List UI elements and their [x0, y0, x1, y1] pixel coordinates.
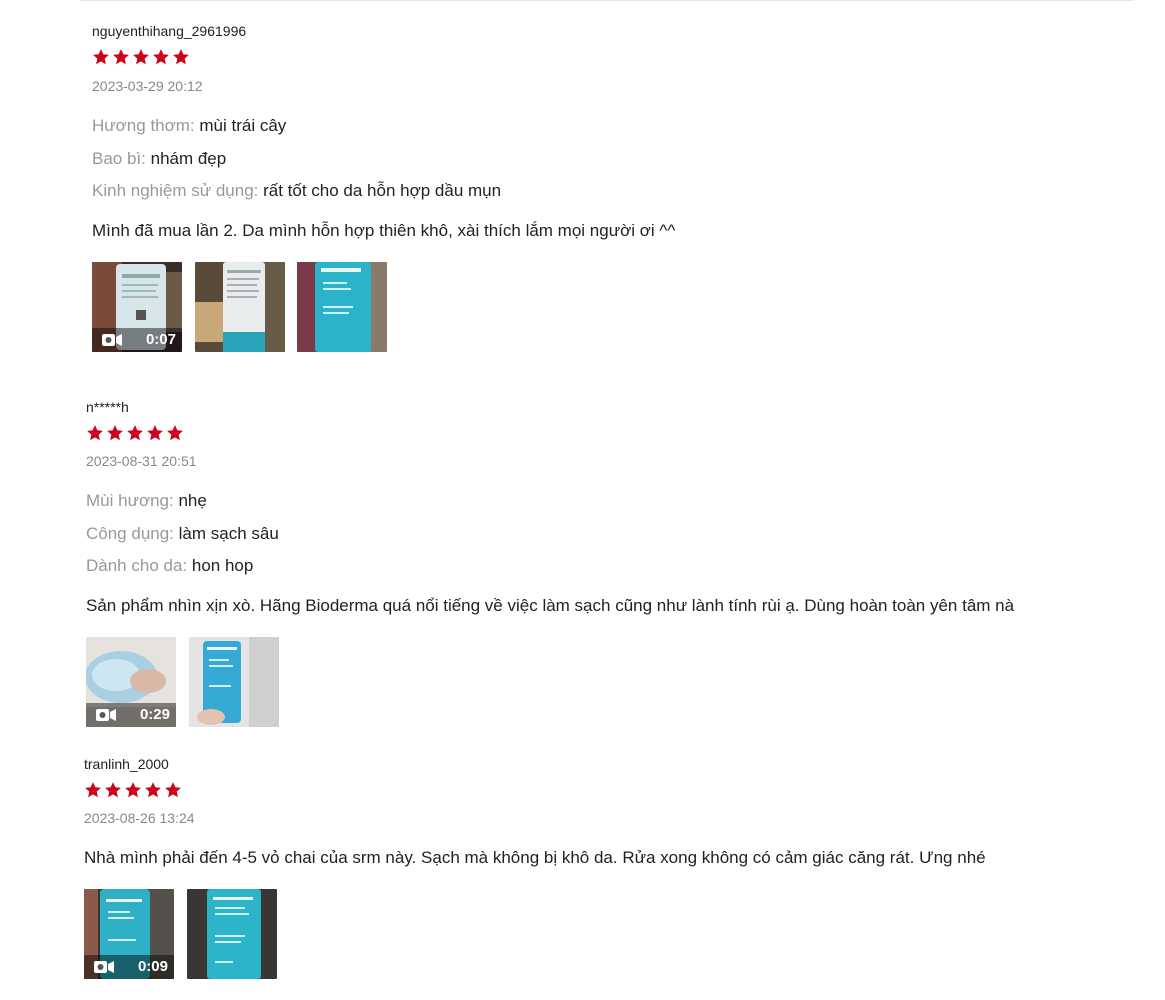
star-icon [145, 782, 161, 798]
attribute-label: Công dụng: [86, 524, 174, 543]
attribute-value: nhám đẹp [150, 149, 227, 168]
review-image-thumbnail[interactable] [195, 262, 285, 352]
product-photo [297, 262, 387, 352]
star-rating [84, 781, 182, 799]
attribute-value: làm sạch sâu [178, 524, 279, 543]
product-photo [189, 637, 279, 727]
attribute-label: Dành cho da: [86, 556, 188, 575]
attribute-label: Mùi hương: [86, 491, 174, 510]
star-icon [127, 425, 143, 441]
star-icon [167, 425, 183, 441]
star-icon [85, 782, 101, 798]
video-duration: 0:07 [145, 331, 176, 348]
review-date: 2023-08-31 20:51 [86, 453, 197, 469]
attribute-label: Bao bì: [92, 149, 146, 168]
review-image-thumbnail[interactable] [189, 637, 279, 727]
review-date: 2023-03-29 20:12 [92, 78, 203, 94]
review-attribute: Mùi hương: nhẹ [86, 491, 207, 511]
review-video-thumbnail[interactable]: 0:07 [92, 262, 182, 352]
product-photo [195, 262, 285, 352]
review-content: Nhà mình phải đến 4-5 vỏ chai của srm nà… [84, 848, 986, 867]
review-content: Sản phẩm nhìn xịn xò. Hãng Bioderma quá … [86, 596, 1015, 615]
review-attribute: Dành cho da: hon hop [86, 556, 253, 576]
video-camera-icon [102, 334, 122, 346]
review-author[interactable]: tranlinh_2000 [84, 756, 169, 772]
review-attribute: Công dụng: làm sạch sâu [86, 524, 279, 544]
review-video-thumbnail[interactable]: 0:29 [86, 637, 176, 727]
star-icon [133, 49, 149, 65]
star-icon [153, 49, 169, 65]
video-overlay: 0:09 [84, 955, 174, 979]
product-photo [187, 889, 277, 979]
review-content: Mình đã mua lần 2. Da mình hỗn hợp thiên… [92, 221, 676, 240]
star-icon [173, 49, 189, 65]
star-icon [107, 425, 123, 441]
review-attribute: Kinh nghiệm sử dụng: rất tốt cho da hỗn … [92, 181, 501, 201]
video-overlay: 0:07 [92, 328, 182, 352]
star-icon [125, 782, 141, 798]
review-video-thumbnail[interactable]: 0:09 [84, 889, 174, 979]
star-icon [105, 782, 121, 798]
review-attribute: Hương thơm: mùi trái cây [92, 116, 286, 136]
attribute-value: rất tốt cho da hỗn hợp dầu mụn [263, 181, 502, 200]
attribute-label: Hương thơm: [92, 116, 195, 135]
star-icon [93, 49, 109, 65]
video-duration: 0:09 [137, 958, 168, 975]
star-icon [87, 425, 103, 441]
attribute-value: nhẹ [178, 491, 207, 510]
review-date: 2023-08-26 13:24 [84, 810, 195, 826]
star-icon [165, 782, 181, 798]
star-icon [147, 425, 163, 441]
video-duration: 0:29 [139, 706, 170, 723]
attribute-value: hon hop [191, 556, 254, 575]
review-image-thumbnail[interactable] [297, 262, 387, 352]
video-camera-icon [94, 961, 114, 973]
review-author[interactable]: n*****h [86, 399, 129, 415]
video-overlay: 0:29 [86, 703, 176, 727]
review-image-thumbnail[interactable] [187, 889, 277, 979]
star-rating [92, 48, 190, 66]
attribute-value: mùi trái cây [199, 116, 287, 135]
review-attribute: Bao bì: nhám đẹp [92, 149, 226, 169]
attribute-label: Kinh nghiệm sử dụng: [92, 181, 259, 200]
top-divider [80, 0, 1133, 1]
star-icon [113, 49, 129, 65]
video-camera-icon [96, 709, 116, 721]
review-author[interactable]: nguyenthihang_2961996 [92, 23, 246, 39]
star-rating [86, 424, 184, 442]
